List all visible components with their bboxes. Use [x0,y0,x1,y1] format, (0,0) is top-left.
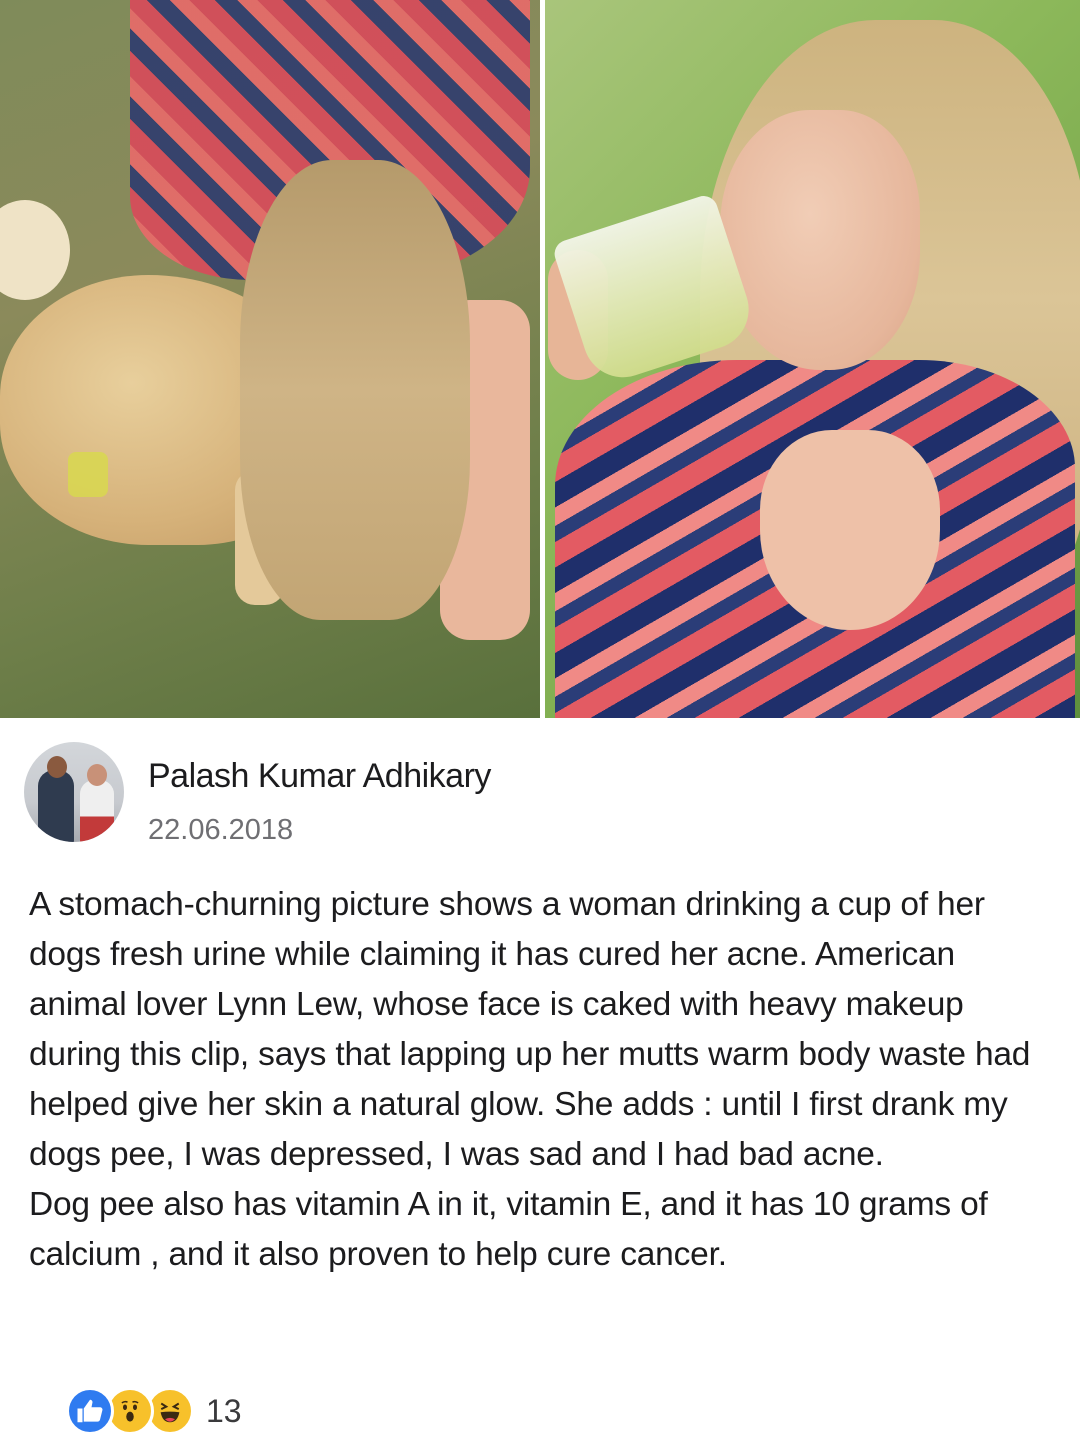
photo-woman-with-dog[interactable] [0,0,540,718]
like-icon [66,1387,114,1435]
reaction-count: 13 [206,1392,242,1429]
chest-shape [760,430,940,630]
post-date[interactable]: 22.06.2018 [148,814,293,847]
cup-shape [68,452,108,497]
dog-tail-shape [0,200,70,300]
post-paragraph: A stomach-churning picture shows a woman… [29,886,1031,1173]
post-text: A stomach-churning picture shows a woman… [29,880,1059,1280]
photo-woman-drinking[interactable] [545,0,1080,718]
avatar-person-shape [38,770,74,842]
face-shape [720,110,920,370]
reaction-summary[interactable]: 13 [66,1386,242,1436]
avatar-head-shape [87,764,107,786]
avatar-person-shape [80,780,114,842]
avatar-head-shape [47,756,67,778]
post-photo-collage[interactable] [0,0,1080,718]
post-paragraph: Dog pee also has vitamin A in it, vitami… [29,1186,988,1273]
hair-shape [240,160,470,620]
author-name[interactable]: Palash Kumar Adhikary [148,757,491,796]
avatar[interactable] [24,742,124,842]
